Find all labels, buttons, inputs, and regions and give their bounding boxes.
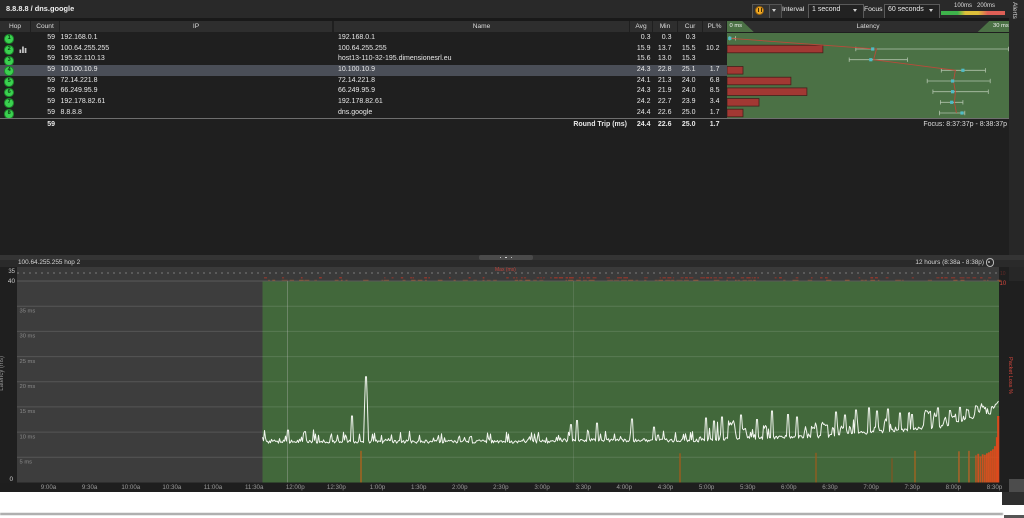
- svg-text:35 ms: 35 ms: [20, 308, 36, 314]
- svg-text:15 ms: 15 ms: [20, 409, 36, 415]
- svg-text:30 ms: 30 ms: [20, 334, 36, 340]
- svg-text:25 ms: 25 ms: [20, 359, 36, 365]
- svg-text:20 ms: 20 ms: [20, 384, 36, 390]
- svg-text:10 ms: 10 ms: [20, 434, 36, 440]
- svg-text:5 ms: 5 ms: [20, 460, 33, 466]
